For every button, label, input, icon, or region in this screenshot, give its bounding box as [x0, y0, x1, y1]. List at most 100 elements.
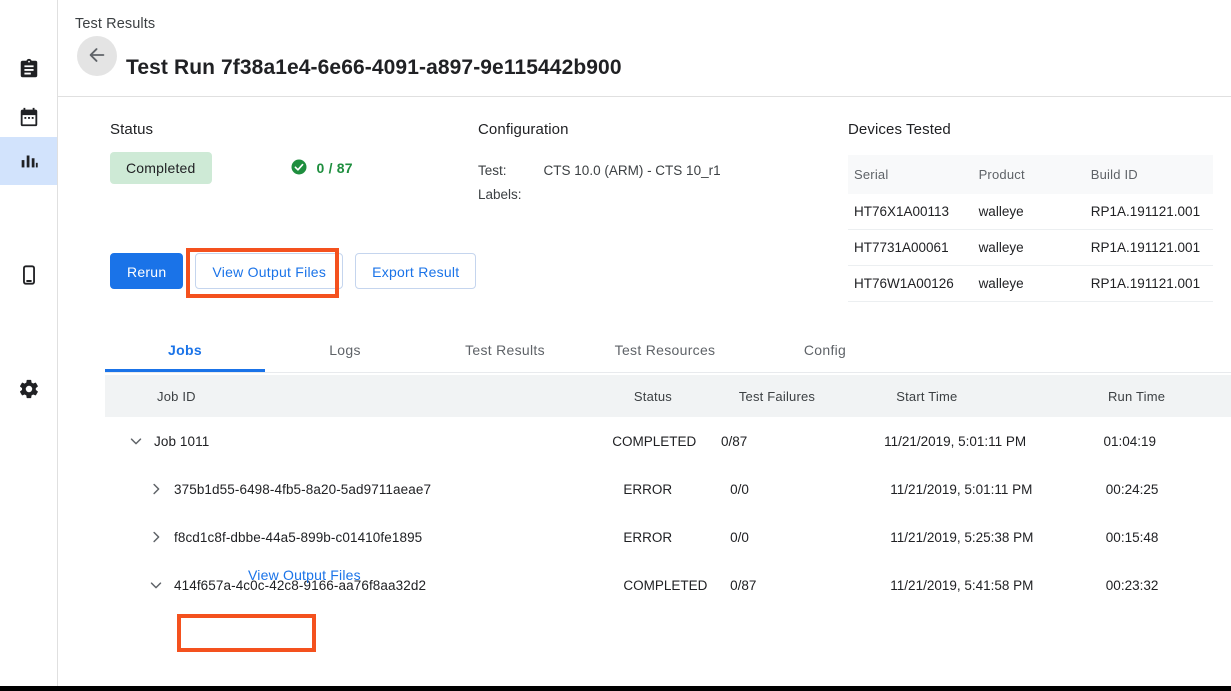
device-serial: HT76X1A00113 [848, 194, 979, 230]
jobs-col-status: Status [634, 389, 739, 404]
devices-heading: Devices Tested [848, 121, 951, 138]
phone-icon [18, 264, 40, 286]
gear-icon [18, 378, 40, 400]
sidebar-item-schedule[interactable] [0, 93, 57, 141]
status-row: Completed 0 / 87 [110, 152, 353, 184]
table-row[interactable]: Job 1011 COMPLETED 0/87 11/21/2019, 5:01… [105, 417, 1231, 465]
jobs-col-run-time: Run Time [1108, 389, 1231, 404]
jobs-cell-job-id: 414f657a-4c0c-42c8-9166-aa76f8aa32d2 [105, 576, 623, 594]
devices-table-head: Serial Product Build ID [848, 155, 1213, 194]
sidebar-item-settings[interactable] [0, 365, 57, 413]
device-serial: HT76W1A00126 [848, 266, 979, 302]
configuration-heading: Configuration [478, 121, 569, 138]
config-key-labels: Labels: [478, 185, 544, 209]
configuration-table: Test: CTS 10.0 (ARM) - CTS 10_r1 Labels: [478, 161, 721, 209]
devices-header-row: Serial Product Build ID [848, 155, 1213, 194]
devices-col-serial: Serial [848, 155, 979, 194]
jobs-cell-job-id: Job 1011 [105, 432, 612, 450]
jobs-cell-status: COMPLETED [612, 434, 721, 449]
pass-count-label: 0 / 87 [317, 160, 353, 176]
jobs-cell-start-time: 11/21/2019, 5:25:38 PM [890, 530, 1106, 545]
jobs-cell-job-id: 375b1d55-6498-4fb5-8a20-5ad9711aeae7 [105, 480, 623, 498]
tab-logs[interactable]: Logs [265, 329, 425, 372]
sidebar-item-test-suites[interactable] [0, 45, 57, 93]
jobs-col-test-failures: Test Failures [739, 389, 896, 404]
jobs-cell-run-time: 00:15:48 [1106, 530, 1231, 545]
page-header: Test Results Test Run 7f38a1e4-6e66-4091… [58, 0, 1231, 97]
tab-test-results[interactable]: Test Results [425, 329, 585, 372]
action-button-row: Rerun View Output Files Export Result [110, 253, 476, 289]
config-row-test: Test: CTS 10.0 (ARM) - CTS 10_r1 [478, 161, 721, 185]
jobs-col-start-time: Start Time [896, 389, 1108, 404]
device-product: walleye [979, 230, 1091, 266]
view-output-files-button[interactable]: View Output Files [195, 253, 343, 289]
jobs-cell-failures: 0/87 [730, 578, 890, 593]
device-build-id: RP1A.191121.001 [1091, 230, 1213, 266]
job-id-label: f8cd1c8f-dbbe-44a5-899b-c01410fe1895 [174, 530, 422, 545]
tab-config[interactable]: Config [745, 329, 905, 372]
page-title: Test Run 7f38a1e4-6e66-4091-a897-9e11544… [126, 56, 622, 80]
pass-count: 0 / 87 [290, 158, 353, 179]
tab-test-resources[interactable]: Test Resources [585, 329, 745, 372]
rerun-button[interactable]: Rerun [110, 253, 183, 289]
devices-table-body: HT76X1A00113 walleye RP1A.191121.001 HT7… [848, 194, 1213, 302]
config-value-test: CTS 10.0 (ARM) - CTS 10_r1 [544, 161, 721, 185]
breadcrumb[interactable]: Test Results [75, 16, 155, 32]
jobs-cell-run-time: 01:04:19 [1104, 434, 1231, 449]
jobs-cell-failures: 0/0 [730, 482, 890, 497]
app-root: Test Results Test Run 7f38a1e4-6e66-4091… [0, 0, 1231, 691]
highlight-box-job-view-output-files-link [177, 614, 316, 652]
config-key-test: Test: [478, 161, 544, 185]
device-serial: HT7731A00061 [848, 230, 979, 266]
chevron-down-icon[interactable] [118, 432, 154, 450]
table-row: HT76W1A00126 walleye RP1A.191121.001 [848, 266, 1213, 302]
job-id-label: Job 1011 [154, 434, 209, 449]
devices-col-build-id: Build ID [1091, 155, 1213, 194]
jobs-cell-status: ERROR [623, 482, 730, 497]
sidebar-item-devices[interactable] [0, 251, 57, 299]
check-circle-icon [290, 158, 308, 179]
jobs-cell-start-time: 11/21/2019, 5:01:11 PM [890, 482, 1106, 497]
sidebar-nav [0, 0, 58, 686]
jobs-cell-failures: 0/0 [730, 530, 890, 545]
device-build-id: RP1A.191121.001 [1091, 194, 1213, 230]
jobs-cell-run-time: 00:24:25 [1106, 482, 1231, 497]
config-value-labels [544, 185, 721, 209]
device-build-id: RP1A.191121.001 [1091, 266, 1213, 302]
jobs-cell-status: ERROR [623, 530, 730, 545]
export-result-button[interactable]: Export Result [355, 253, 476, 289]
table-row[interactable]: 375b1d55-6498-4fb5-8a20-5ad9711aeae7 ERR… [105, 465, 1231, 513]
tab-jobs[interactable]: Jobs [105, 329, 265, 372]
chevron-right-icon[interactable] [138, 528, 174, 546]
status-badge: Completed [110, 152, 212, 184]
jobs-cell-run-time: 00:23:32 [1106, 578, 1231, 593]
chevron-down-icon[interactable] [138, 576, 174, 594]
back-button[interactable] [77, 36, 117, 76]
main-content: Status Completed 0 / 87 Configuration Te… [58, 97, 1231, 686]
sidebar-item-test-results[interactable] [0, 137, 57, 185]
table-row: HT7731A00061 walleye RP1A.191121.001 [848, 230, 1213, 266]
jobs-table-header: Job ID Status Test Failures Start Time R… [105, 375, 1231, 417]
device-product: walleye [979, 194, 1091, 230]
chevron-right-icon[interactable] [138, 480, 174, 498]
tab-bar: Jobs Logs Test Results Test Resources Co… [105, 329, 1231, 373]
jobs-cell-status: COMPLETED [623, 578, 730, 593]
jobs-cell-start-time: 11/21/2019, 5:41:58 PM [890, 578, 1106, 593]
jobs-cell-failures: 0/87 [721, 434, 884, 449]
bar-chart-icon [18, 150, 40, 172]
arrow-left-icon [86, 44, 108, 69]
devices-col-product: Product [979, 155, 1091, 194]
bottom-bar [0, 686, 1231, 691]
table-row[interactable]: f8cd1c8f-dbbe-44a5-899b-c01410fe1895 ERR… [105, 513, 1231, 561]
status-heading: Status [110, 121, 153, 138]
config-row-labels: Labels: [478, 185, 721, 209]
job-id-label: 375b1d55-6498-4fb5-8a20-5ad9711aeae7 [174, 482, 431, 497]
jobs-cell-start-time: 11/21/2019, 5:01:11 PM [884, 434, 1103, 449]
device-product: walleye [979, 266, 1091, 302]
clipboard-icon [18, 58, 40, 80]
jobs-cell-job-id: f8cd1c8f-dbbe-44a5-899b-c01410fe1895 [105, 528, 623, 546]
devices-table: Serial Product Build ID HT76X1A00113 wal… [848, 155, 1213, 302]
jobs-col-job-id: Job ID [105, 389, 634, 404]
calendar-icon [18, 106, 40, 128]
job-view-output-files-link[interactable]: View Output Files [248, 567, 361, 583]
